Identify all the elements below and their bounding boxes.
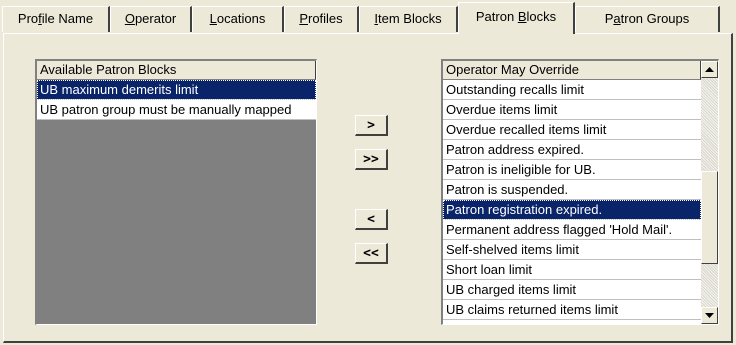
tab-label: Profiles	[299, 11, 343, 26]
tab-label: Operator	[124, 11, 177, 26]
tab-patron-blocks[interactable]: Patron Blocks	[458, 2, 575, 34]
list-item[interactable]: Patron registration expired.	[443, 200, 701, 220]
add-all-button[interactable]: >>	[355, 149, 388, 170]
list-item[interactable]: Short loan limit	[443, 260, 701, 280]
override-list-rows: Operator May Override Outstanding recall…	[443, 61, 701, 324]
tab-label: Patron Blocks	[475, 9, 557, 24]
window: Profile Name Operator Locations Profiles…	[0, 0, 736, 345]
tab-label: Profile Name	[17, 11, 94, 26]
scroll-down-button[interactable]	[701, 307, 718, 324]
list-header: Operator May Override	[443, 61, 701, 80]
vertical-scrollbar[interactable]	[701, 61, 718, 324]
triangle-up-icon	[705, 67, 714, 72]
tab-operator[interactable]: Operator	[110, 6, 192, 32]
tab-label: Locations	[209, 11, 266, 26]
list-item[interactable]: UB maximum demerits limit	[37, 80, 316, 100]
list-item[interactable]: UB claims returned items limit	[443, 300, 701, 320]
list-item[interactable]: Outstanding recalls limit	[443, 80, 701, 100]
list-item[interactable]: Patron is ineligible for UB.	[443, 160, 701, 180]
tab-profiles[interactable]: Profiles	[284, 6, 359, 32]
list-item[interactable]: Overdue items limit	[443, 100, 701, 120]
tab-label: Item Blocks	[374, 11, 442, 26]
list-item[interactable]: UB charged items limit	[443, 280, 701, 300]
list-item[interactable]: UB patron group must be manually mapped	[37, 100, 316, 120]
list-item[interactable]: Patron address expired.	[443, 140, 701, 160]
list-item[interactable]: Permanent address flagged 'Hold Mail'.	[443, 220, 701, 240]
operator-may-override-list[interactable]: Operator May Override Outstanding recall…	[441, 59, 719, 325]
tab-label: Patron Groups	[604, 11, 690, 26]
add-selected-button[interactable]: >	[355, 115, 388, 136]
scrollbar-thumb[interactable]	[701, 171, 718, 264]
list-item[interactable]: Self-shelved items limit	[443, 240, 701, 260]
tab-strip: Profile Name Operator Locations Profiles…	[0, 0, 736, 36]
tab-item-blocks[interactable]: Item Blocks	[359, 6, 458, 32]
scroll-up-button[interactable]	[701, 61, 718, 78]
available-patron-blocks-list[interactable]: Available Patron Blocks UB maximum demer…	[35, 59, 317, 325]
tab-locations[interactable]: Locations	[192, 6, 284, 32]
remove-all-button[interactable]: <<	[355, 243, 388, 264]
tab-profile-name[interactable]: Profile Name	[2, 6, 110, 32]
tab-patron-groups[interactable]: Patron Groups	[575, 6, 720, 32]
list-item[interactable]: Overdue recalled items limit	[443, 120, 701, 140]
triangle-down-icon	[705, 313, 714, 318]
list-item[interactable]: Patron is suspended.	[443, 180, 701, 200]
list-header: Available Patron Blocks	[37, 61, 316, 80]
remove-selected-button[interactable]: <	[355, 209, 388, 230]
